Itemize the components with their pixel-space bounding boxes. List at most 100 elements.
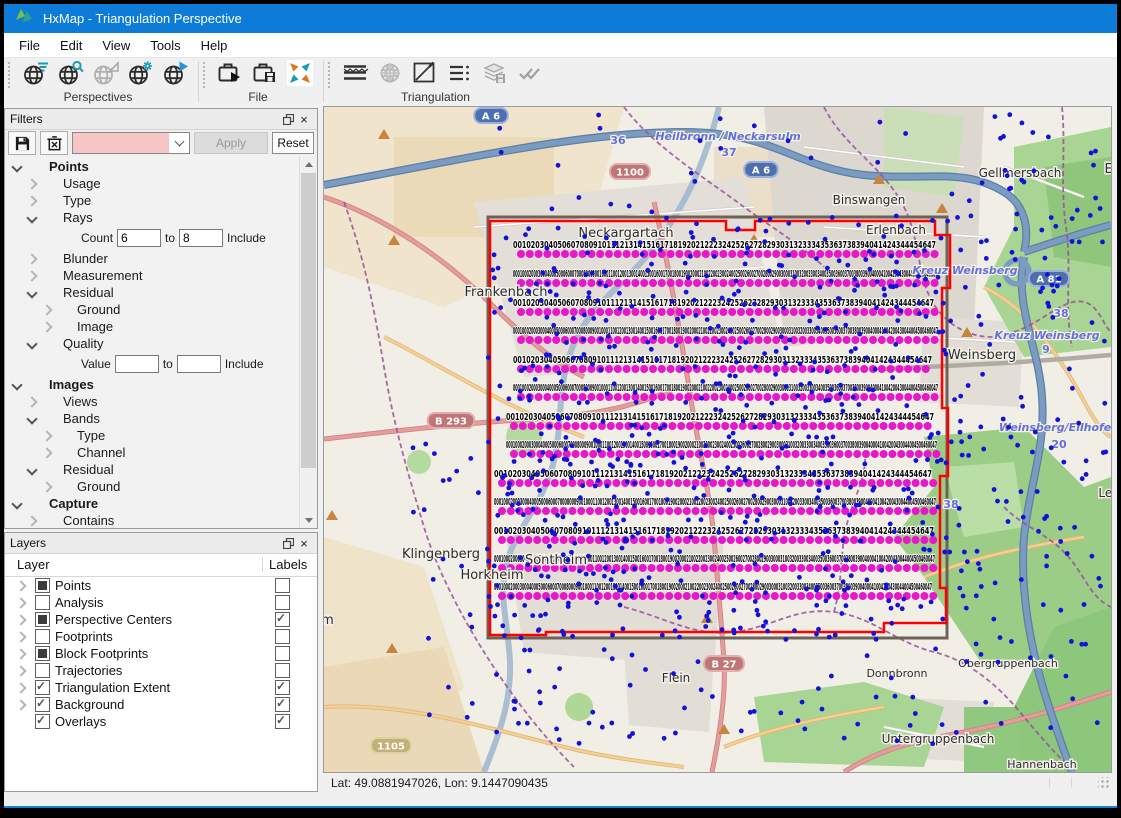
chevron-right-icon[interactable] (15, 665, 26, 676)
strips-button[interactable] (340, 60, 370, 90)
toolbar-drag-handle[interactable] (327, 61, 331, 89)
filter-node-quality[interactable]: Quality (5, 335, 299, 352)
chevron-down-icon[interactable] (26, 464, 37, 475)
layer-row-trajectories[interactable]: Trajectories (5, 662, 317, 679)
perspective-settings-button[interactable] (125, 60, 155, 90)
layer-visibility-checkbox[interactable] (35, 697, 50, 712)
layer-labels-checkbox[interactable] (275, 629, 290, 644)
chevron-down-icon[interactable] (26, 212, 37, 223)
filter-node-images[interactable]: Images (5, 376, 299, 393)
chevron-right-icon[interactable] (26, 195, 37, 206)
chevron-right-icon[interactable] (15, 682, 26, 693)
chevron-right-icon[interactable] (26, 178, 37, 189)
float-panel-icon[interactable] (280, 536, 296, 551)
filter-node-image[interactable]: Image (5, 318, 299, 335)
perspective-triangulation-button[interactable] (90, 60, 120, 90)
menu-edit[interactable]: Edit (50, 33, 92, 57)
save-results-button[interactable] (480, 60, 510, 90)
menu-help[interactable]: Help (191, 33, 238, 57)
filter-node-type[interactable]: Type (5, 192, 299, 209)
chevron-right-icon[interactable] (41, 430, 52, 441)
scrollbar-thumb[interactable] (301, 173, 316, 468)
layer-labels-checkbox[interactable] (275, 663, 290, 678)
layer-labels-checkbox[interactable] (275, 697, 290, 712)
filter-node-views[interactable]: Views (5, 393, 299, 410)
chevron-down-icon[interactable] (11, 379, 22, 390)
layer-labels-checkbox[interactable] (275, 680, 290, 695)
layers-panel-titlebar[interactable]: Layers × (5, 533, 317, 554)
map-view[interactable]: 0010203040506070809101112131415161718192… (323, 106, 1112, 773)
count-to-input[interactable] (179, 229, 223, 247)
chevron-right-icon[interactable] (41, 447, 52, 458)
layer-visibility-checkbox[interactable] (35, 595, 50, 610)
chevron-down-icon[interactable] (11, 498, 22, 509)
value-to-input[interactable] (177, 355, 221, 373)
chevron-right-icon[interactable] (15, 648, 26, 659)
filter-node-blunder[interactable]: Blunder (5, 250, 299, 267)
project-open-button[interactable] (215, 60, 245, 90)
layer-row-background[interactable]: Background (5, 696, 317, 713)
delete-filter-button[interactable] (40, 131, 68, 155)
menu-view[interactable]: View (92, 33, 140, 57)
layer-row-analysis[interactable]: Analysis (5, 594, 317, 611)
chevron-down-icon[interactable] (26, 287, 37, 298)
layer-row-footprints[interactable]: Footprints (5, 628, 317, 645)
menu-file[interactable]: File (9, 33, 50, 57)
reset-button[interactable]: Reset (272, 132, 314, 154)
layer-row-overlays[interactable]: Overlays (5, 713, 317, 730)
layer-visibility-checkbox[interactable] (35, 578, 50, 593)
chevron-right-icon[interactable] (15, 614, 26, 625)
filter-node-channel[interactable]: Channel (5, 444, 299, 461)
resize-grip-icon[interactable] (1098, 777, 1110, 789)
count-from-input[interactable] (117, 229, 161, 247)
perspective-filter-button[interactable] (20, 60, 50, 90)
layer-labels-checkbox[interactable] (275, 595, 290, 610)
report-button[interactable] (445, 60, 475, 90)
map-canvas[interactable]: 0010203040506070809101112131415161718192… (324, 107, 1111, 772)
filter-node-residual[interactable]: Residual (5, 461, 299, 478)
filter-node-measurement[interactable]: Measurement (5, 267, 299, 284)
chevron-right-icon[interactable] (15, 580, 26, 591)
georeference-button[interactable] (375, 60, 405, 90)
scroll-down-icon[interactable] (300, 512, 317, 528)
layer-row-block-footprints[interactable]: Block Footprints (5, 645, 317, 662)
layer-visibility-checkbox[interactable] (35, 612, 50, 627)
filter-node-type[interactable]: Type (5, 427, 299, 444)
chevron-right-icon[interactable] (26, 253, 37, 264)
chevron-down-icon[interactable] (169, 133, 189, 153)
scroll-up-icon[interactable] (300, 156, 317, 172)
filter-node-contains[interactable]: Contains (5, 512, 299, 528)
chevron-right-icon[interactable] (41, 304, 52, 315)
chevron-right-icon[interactable] (15, 631, 26, 642)
float-panel-icon[interactable] (280, 112, 296, 127)
layer-labels-checkbox[interactable] (275, 714, 290, 729)
layer-visibility-checkbox[interactable] (35, 646, 50, 661)
chevron-right-icon[interactable] (26, 396, 37, 407)
value-from-input[interactable] (115, 355, 159, 373)
chevron-right-icon[interactable] (26, 515, 37, 526)
filters-panel-titlebar[interactable]: Filters × (5, 109, 317, 130)
close-panel-icon[interactable]: × (296, 112, 312, 127)
perspective-search-button[interactable] (55, 60, 85, 90)
chevron-down-icon[interactable] (26, 338, 37, 349)
filter-node-points[interactable]: Points (5, 158, 299, 175)
layer-labels-checkbox[interactable] (275, 612, 290, 627)
chevron-down-icon[interactable] (11, 161, 22, 172)
filter-preset-combobox[interactable] (72, 132, 190, 154)
chevron-right-icon[interactable] (15, 597, 26, 608)
filters-scrollbar[interactable] (299, 156, 317, 528)
chevron-right-icon[interactable] (26, 270, 37, 281)
filter-node-residual[interactable]: Residual (5, 284, 299, 301)
adjustment-button[interactable] (410, 60, 440, 90)
save-filter-button[interactable] (8, 131, 36, 155)
layer-visibility-checkbox[interactable] (35, 714, 50, 729)
title-bar[interactable]: HxMap - Triangulation Perspective (4, 4, 1117, 33)
chevron-down-icon[interactable] (26, 413, 37, 424)
filter-node-rays[interactable]: Rays (5, 209, 299, 226)
accept-results-button[interactable] (515, 60, 545, 90)
perspective-run-button[interactable] (160, 60, 190, 90)
layer-labels-checkbox[interactable] (275, 578, 290, 593)
menu-tools[interactable]: Tools (140, 33, 190, 57)
filter-node-bands[interactable]: Bands (5, 410, 299, 427)
chevron-right-icon[interactable] (41, 481, 52, 492)
